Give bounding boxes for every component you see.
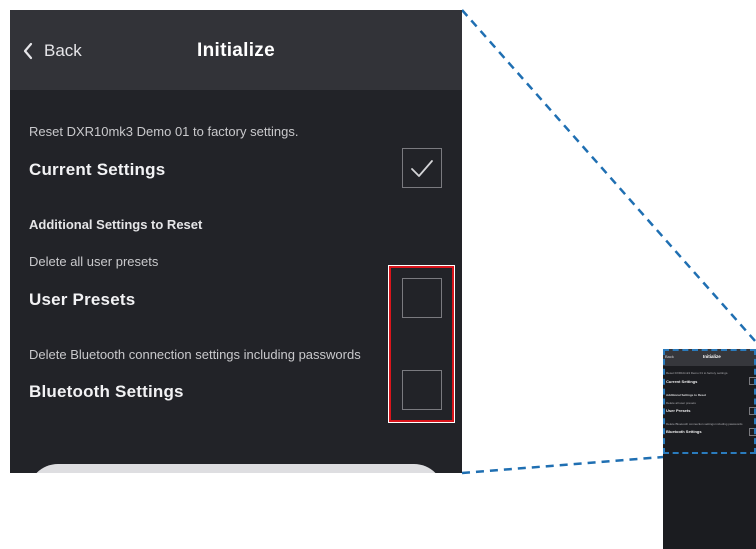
page-title: Initialize xyxy=(197,40,275,61)
thumbnail-selection-frame xyxy=(663,349,756,454)
thumbnail-lower-area xyxy=(663,456,756,549)
additional-settings-heading: Additional Settings to Reset xyxy=(29,217,203,232)
user-presets-description: Delete all user presets xyxy=(29,254,159,269)
initialize-button[interactable] xyxy=(28,464,444,473)
checkmark-icon xyxy=(403,149,441,187)
bluetooth-settings-label: Bluetooth Settings xyxy=(29,382,184,401)
screen-thumbnail: Back Initialize Reset DXR10mk3 Demo 01 t… xyxy=(663,349,756,549)
callout-line-top xyxy=(461,9,756,343)
current-settings-checkbox[interactable] xyxy=(402,148,442,188)
bluetooth-settings-checkbox[interactable] xyxy=(402,370,442,410)
callout-line-bottom xyxy=(461,455,664,475)
bluetooth-description: Delete Bluetooth connection settings inc… xyxy=(29,347,361,362)
zoomed-initialize-screen: Back Initialize Reset DXR10mk3 Demo 01 t… xyxy=(10,10,462,473)
nav-header: Back Initialize xyxy=(10,10,462,90)
current-settings-label: Current Settings xyxy=(29,160,166,179)
reset-description: Reset DXR10mk3 Demo 01 to factory settin… xyxy=(29,124,299,139)
user-presets-label: User Presets xyxy=(29,290,136,309)
user-presets-checkbox[interactable] xyxy=(402,278,442,318)
